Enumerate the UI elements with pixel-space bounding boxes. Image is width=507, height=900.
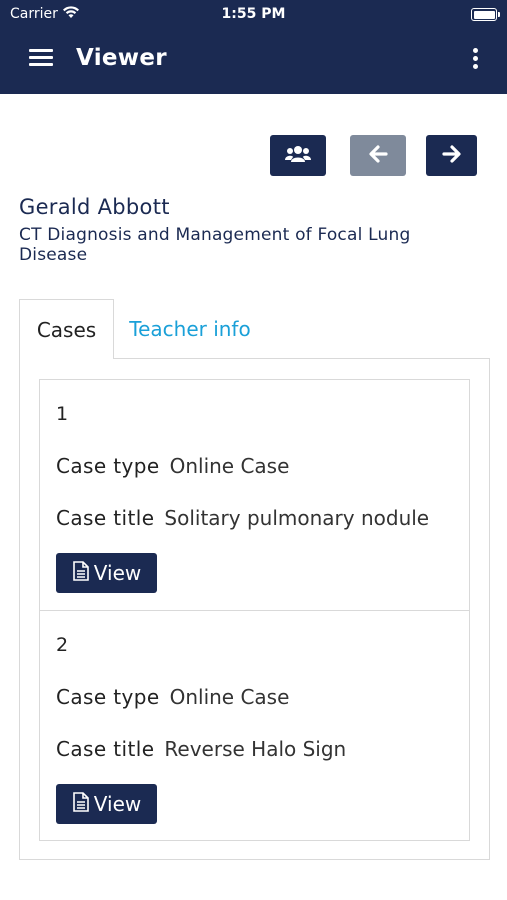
tab-teacher-info[interactable]: Teacher info xyxy=(120,299,260,358)
arrow-right-icon xyxy=(441,144,462,167)
case-item: 2 Case type Online Case Case title Reverse… xyxy=(40,610,469,841)
menu-icon[interactable] xyxy=(29,49,53,69)
participants-button[interactable] xyxy=(270,135,326,176)
battery-icon xyxy=(471,8,500,21)
previous-button[interactable] xyxy=(350,135,406,176)
arrow-left-icon xyxy=(368,144,388,167)
page-title: Viewer xyxy=(76,45,167,71)
more-options-icon[interactable] xyxy=(473,48,479,70)
document-icon xyxy=(72,560,94,586)
case-title-row: Case title Solitary pulmonary nodule xyxy=(56,506,429,530)
case-type-value: Online Case xyxy=(169,454,290,478)
case-title-label: Case title xyxy=(56,506,155,530)
case-title-value: Reverse Halo Sign xyxy=(164,737,347,761)
case-number: 1 xyxy=(56,403,69,425)
users-icon xyxy=(285,144,311,168)
next-button[interactable] xyxy=(426,135,477,176)
case-title-row: Case title Reverse Halo Sign xyxy=(56,737,346,761)
case-type-label: Case type xyxy=(56,454,160,478)
view-case-button[interactable]: View xyxy=(56,553,157,593)
case-type-label: Case type xyxy=(56,685,160,709)
view-case-button[interactable]: View xyxy=(56,784,157,824)
case-number: 2 xyxy=(56,634,69,656)
teacher-name: Gerald Abbott xyxy=(19,195,170,219)
case-title-label: Case title xyxy=(56,737,155,761)
case-list: 1 Case type Online Case Case title Solitar… xyxy=(39,379,470,841)
course-title: CT Diagnosis and Management of Focal Lun… xyxy=(19,225,411,265)
case-title-value: Solitary pulmonary nodule xyxy=(164,506,430,530)
case-type-value: Online Case xyxy=(169,685,290,709)
status-bar: Carrier 1:55 PM xyxy=(0,5,507,25)
case-item: 1 Case type Online Case Case title Solitar… xyxy=(40,380,469,610)
view-button-label: View xyxy=(93,792,142,816)
view-button-label: View xyxy=(93,561,142,585)
document-icon xyxy=(72,791,94,817)
top-app-bar: Carrier 1:55 PM Viewer xyxy=(0,0,507,94)
case-type-row: Case type Online Case xyxy=(56,685,289,709)
clock: 1:55 PM xyxy=(221,6,286,22)
tab-cases[interactable]: Cases xyxy=(19,299,114,359)
cases-panel: 1 Case type Online Case Case title Solitar… xyxy=(19,358,490,860)
case-type-row: Case type Online Case xyxy=(56,454,289,478)
